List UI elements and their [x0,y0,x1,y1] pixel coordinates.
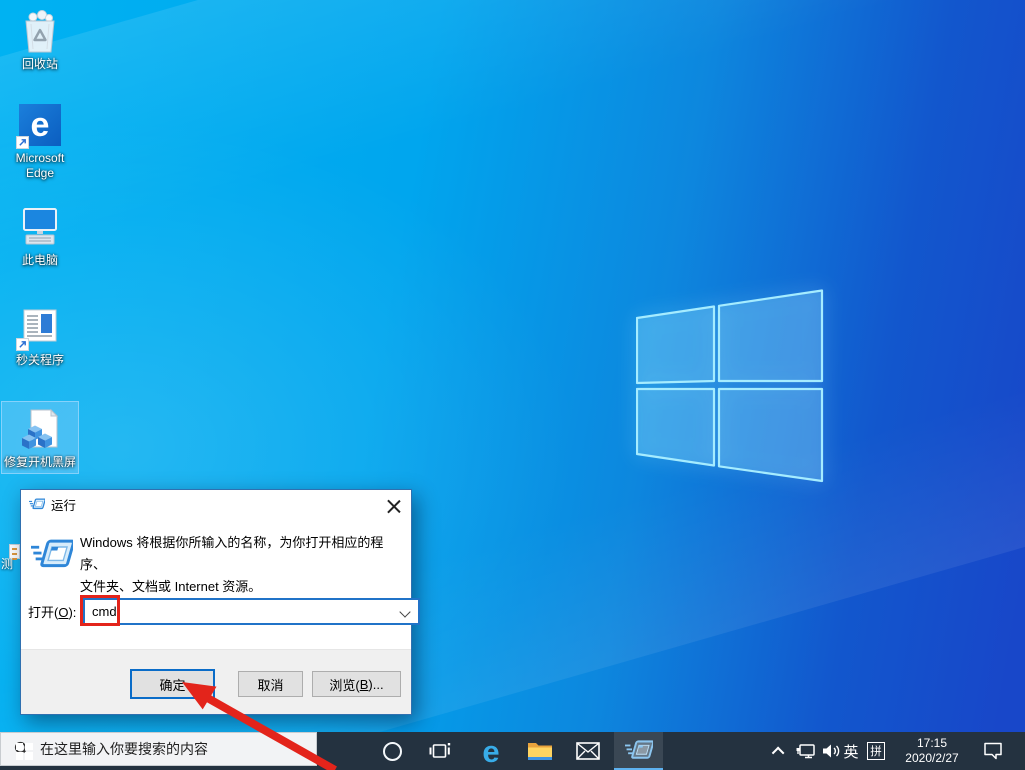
desktop-icon-fix-black-screen[interactable]: 修复开机黑屏 [1,401,79,474]
open-input[interactable] [85,600,418,623]
wallpaper-light-ray [0,0,1025,372]
windows-logo-wallpaper [636,289,824,483]
run-dialog-titlebar[interactable]: 运行 [21,490,411,518]
run-taskbar-button-active[interactable] [614,732,663,770]
desktop-icon-partial[interactable]: 测 [0,543,20,577]
desktop-icon-microsoft-edge[interactable]: e Microsoft Edge [2,102,78,181]
tray-time: 17:15 [916,736,948,750]
desktop-icon-label: 回收站 [21,57,58,71]
file-explorer-button[interactable] [516,732,564,770]
desktop-icon-label: 秒关程序 [15,353,64,367]
description-line1: Windows 将根据你所输入的名称，为你打开相应的程序、 [80,535,384,572]
speaker-icon [823,744,840,758]
desktop-icon-label: 此电脑 [21,253,58,267]
dialog-title: 运行 [51,498,77,513]
desktop-icon-shutdown-app[interactable]: 秒关程序 [2,304,78,368]
tray-ime-language[interactable]: 英 [841,732,861,770]
desktop-icon-this-pc[interactable]: 此电脑 [2,204,78,268]
close-icon [387,498,400,511]
partial-icon-label: 测 [1,557,14,571]
cortana-button[interactable] [368,732,416,770]
cortana-icon [382,741,402,761]
run-dialog-description: Windows 将根据你所输入的名称，为你打开相应的程序、 文件夹、文档或 In… [80,532,402,598]
shortcut-arrow-icon [16,136,29,149]
mail-icon [576,742,600,760]
file-explorer-icon [528,743,552,760]
desktop-icon-label: 修复开机黑屏 [3,455,76,469]
edge-taskbar-button[interactable]: e [467,732,515,770]
annotation-highlight-box [80,595,120,626]
mail-button[interactable] [564,732,612,770]
task-view-button[interactable] [416,732,464,770]
start-button[interactable] [0,732,48,770]
program-window-icon [16,304,63,351]
recycle-bin-icon [17,8,63,54]
action-center-button[interactable] [974,732,1012,770]
desktop-icon-recycle-bin[interactable]: 回收站 [2,8,78,72]
edge-icon: e [482,733,500,769]
tray-date: 2020/2/27 [905,751,959,765]
tray-show-hidden-button[interactable] [768,732,790,770]
edge-icon: e [16,102,63,149]
shortcut-arrow-icon [16,338,29,351]
this-pc-icon [17,204,63,250]
description-line2: 文件夹、文档或 Internet 资源。 [80,579,262,594]
tray-clock[interactable]: 17:15 2020/2/27 [893,732,971,770]
run-window-icon [29,498,45,510]
annotation-arrow [182,682,337,770]
desktop-icon-label: Microsoft Edge [15,151,65,180]
tray-ime-mode[interactable]: 拼 [865,732,887,770]
chevron-up-icon [771,746,784,759]
run-dialog-icon [31,539,73,568]
open-combobox[interactable] [83,598,420,625]
action-center-icon [984,742,1002,760]
task-view-icon [429,743,451,758]
tray-network-button[interactable] [793,732,819,770]
run-window-icon [624,740,653,759]
windows-start-icon [15,742,33,760]
close-button[interactable] [377,492,409,517]
registry-file-icon [17,406,63,452]
pinyin-mode-icon: 拼 [867,742,885,760]
network-icon [796,744,815,759]
desktop: 回收站 e Microsoft Edge 此电脑 秒关程序 修复开机黑屏 测 运… [0,0,1025,770]
open-field-label: 打开(O): [28,605,77,620]
